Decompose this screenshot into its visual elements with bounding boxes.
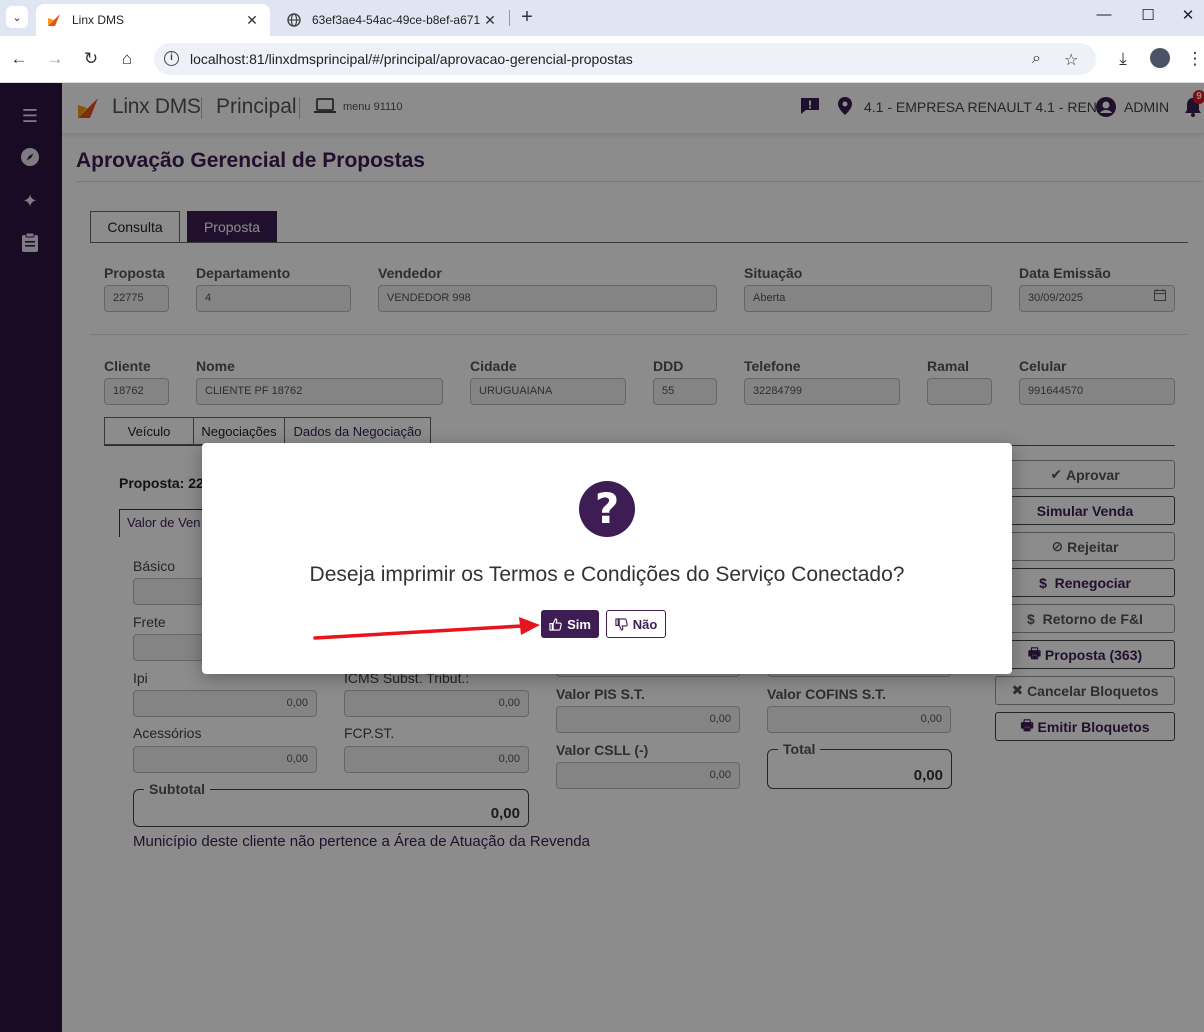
annotation-arrow (313, 617, 540, 640)
